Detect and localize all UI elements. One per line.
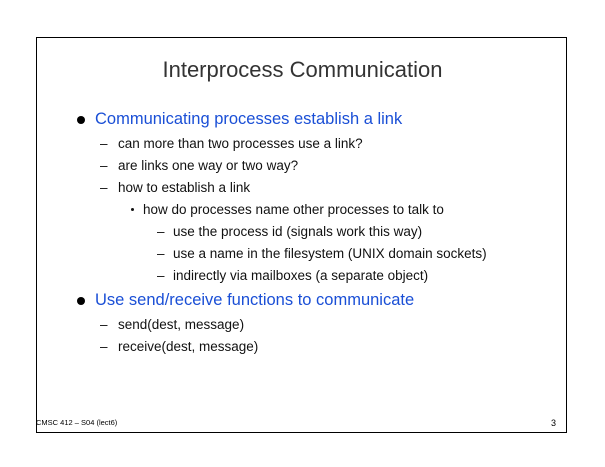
bullet-2-subitem: send(dest, message)	[118, 317, 245, 332]
footer-course-label: CMSC 412 – S04 (lect6)	[36, 418, 118, 427]
dash-marker: –	[100, 136, 108, 151]
dash-marker: –	[157, 224, 165, 239]
bullet-1-text: Communicating processes establish a link	[95, 110, 403, 128]
bullet-2-subitem: receive(dest, message)	[118, 339, 259, 354]
bullet-1-subsub-item: indirectly via mailboxes (a separate obj…	[173, 268, 429, 283]
bullet-dot	[77, 116, 85, 124]
dash-marker: –	[157, 268, 165, 283]
small-bullet-dot	[131, 208, 134, 211]
dash-marker: –	[100, 180, 108, 195]
bullet-1-subsub-item: use the process id (signals work this wa…	[173, 224, 423, 239]
dash-marker: –	[157, 246, 165, 261]
bullet-dot	[77, 297, 85, 305]
bullet-1-subitem: are links one way or two way?	[118, 158, 299, 173]
bullet-2-text: Use send/receive functions to communicat…	[95, 291, 415, 309]
dash-marker: –	[100, 158, 108, 173]
page-number: 3	[551, 418, 557, 428]
bullet-1-subitem: how to establish a link	[118, 180, 251, 195]
bullet-1-subsub-item: use a name in the filesystem (UNIX domai…	[173, 246, 487, 261]
dash-marker: –	[100, 317, 108, 332]
dash-marker: –	[100, 339, 108, 354]
bullet-1-subsub-text: how do processes name other processes to…	[143, 202, 444, 217]
slide-title: Interprocess Communication	[162, 57, 443, 82]
bullet-1-subitem: can more than two processes use a link?	[118, 136, 363, 151]
